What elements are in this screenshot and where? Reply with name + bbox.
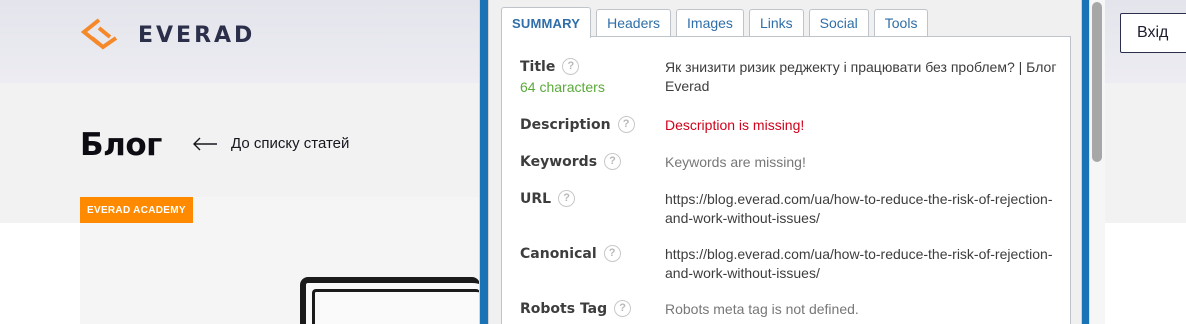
- help-icon[interactable]: ?: [558, 190, 576, 207]
- url-label-text: URL: [520, 190, 552, 207]
- help-icon[interactable]: ?: [617, 116, 635, 133]
- robots-label-text: Robots Tag: [520, 300, 608, 317]
- description-row: Description ? Description is missing!: [520, 116, 1060, 138]
- title-length: 64 characters: [520, 79, 605, 95]
- popup-body: SUMMARY Headers Images Links Social Tool…: [488, 0, 1082, 324]
- tab-tools[interactable]: Tools: [873, 9, 929, 37]
- help-icon[interactable]: ?: [614, 300, 632, 317]
- tab-social[interactable]: Social: [808, 9, 869, 37]
- tab-headers[interactable]: Headers: [596, 9, 672, 37]
- keywords-label: Keywords ?: [520, 153, 622, 170]
- canonical-label-text: Canonical: [520, 245, 597, 262]
- category-badge[interactable]: EVERAD ACADEMY: [80, 197, 193, 223]
- description-label-text: Description: [520, 116, 611, 133]
- title-row: Title ? 64 characters Як знизити ризик р…: [520, 58, 1060, 100]
- login-button[interactable]: Вхід: [1120, 13, 1186, 53]
- summary-panel: Title ? 64 characters Як знизити ризик р…: [501, 36, 1071, 324]
- scrollbar-thumb[interactable]: [1092, 2, 1102, 162]
- tab-summary[interactable]: SUMMARY: [501, 7, 592, 38]
- help-icon[interactable]: ?: [604, 153, 622, 170]
- url-value[interactable]: https://blog.everad.com/ua/how-to-reduce…: [665, 190, 1060, 228]
- title-value: Як знизити ризик реджекту і працювати бе…: [665, 59, 1057, 94]
- keywords-value: Keywords are missing!: [665, 154, 806, 170]
- robots-row: Robots Tag ? Robots meta tag is not defi…: [520, 300, 1060, 322]
- back-to-articles-link[interactable]: До списку статей: [192, 135, 349, 152]
- article-illustration-inner: [312, 289, 480, 324]
- site-logo[interactable]: EVERAD: [80, 18, 255, 52]
- back-link-label: До списку статей: [231, 135, 350, 152]
- tab-bar: SUMMARY Headers Images Links Social Tool…: [501, 6, 933, 38]
- tab-images[interactable]: Images: [676, 9, 744, 37]
- description-value: Description is missing!: [665, 117, 805, 133]
- canonical-label: Canonical ?: [520, 245, 621, 262]
- keywords-row: Keywords ? Keywords are missing!: [520, 153, 1060, 175]
- logo-text: EVERAD: [138, 22, 256, 48]
- keywords-label-text: Keywords: [520, 153, 598, 170]
- robots-value: Robots meta tag is not defined.: [665, 301, 859, 317]
- help-icon[interactable]: ?: [562, 58, 580, 75]
- seo-extension-popup: SUMMARY Headers Images Links Social Tool…: [479, 0, 1089, 324]
- title-label-text: Title: [520, 58, 556, 75]
- title-label: Title ?: [520, 58, 580, 75]
- url-label: URL ?: [520, 190, 576, 207]
- robots-label: Robots Tag ?: [520, 300, 632, 317]
- help-icon[interactable]: ?: [603, 245, 621, 262]
- canonical-row: Canonical ? https://blog.everad.com/ua/h…: [520, 245, 1060, 285]
- canonical-value[interactable]: https://blog.everad.com/ua/how-to-reduce…: [665, 245, 1060, 283]
- description-label: Description ?: [520, 116, 635, 133]
- tab-links[interactable]: Links: [748, 9, 804, 37]
- everad-logo-icon: [80, 18, 118, 50]
- page-title: Блог: [80, 127, 162, 163]
- url-row: URL ? https://blog.everad.com/ua/how-to-…: [520, 190, 1060, 230]
- arrow-left-icon: [193, 137, 217, 150]
